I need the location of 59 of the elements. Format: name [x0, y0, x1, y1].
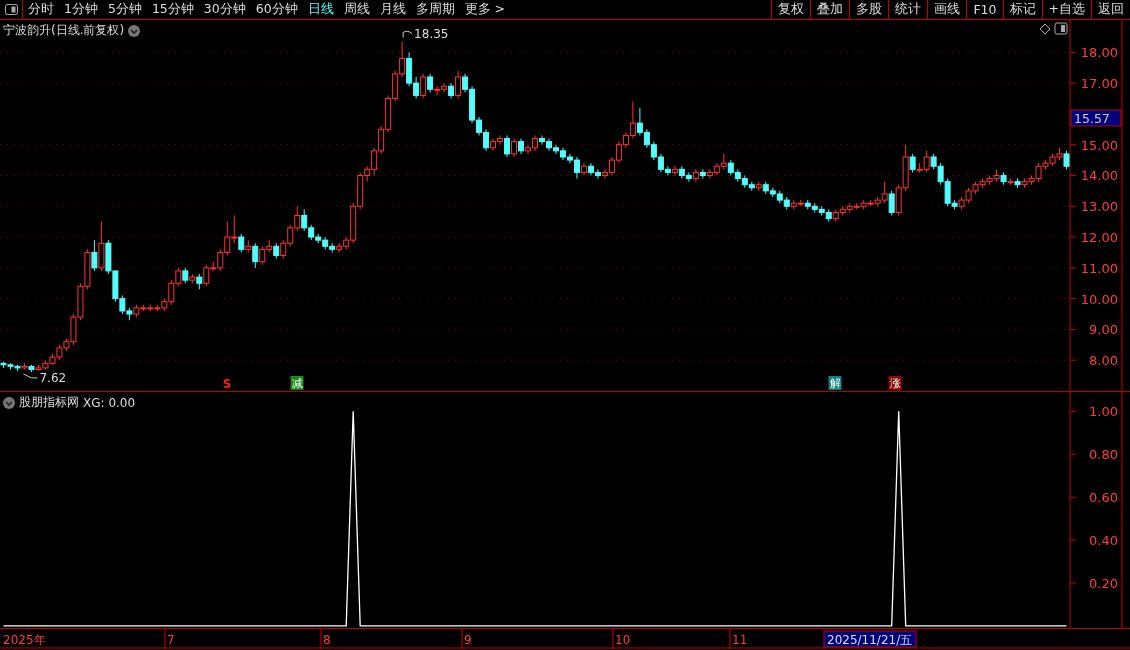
axis-label: 0.80	[1089, 447, 1118, 463]
dropdown-icon[interactable]	[128, 24, 141, 37]
indicator-title: 股朋指标网	[19, 394, 79, 411]
signal-badge: 涨	[888, 376, 902, 390]
date-label: 11	[732, 633, 748, 647]
axis-label: 9.00	[1089, 322, 1118, 338]
axis-label: 10.00	[1080, 291, 1118, 307]
axis-label: 11.00	[1080, 260, 1118, 276]
period-tab[interactable]: 1分钟	[59, 0, 103, 19]
signal-mark: S	[222, 377, 232, 391]
axis-label: 0.20	[1089, 575, 1118, 591]
toolbar-button[interactable]: 返回	[1091, 0, 1130, 19]
axis-label: 17.00	[1080, 76, 1118, 92]
date-label: 7	[167, 633, 175, 647]
low-label: 7.62	[22, 370, 67, 385]
signal-badge: 减	[290, 376, 304, 390]
toolbar-button[interactable]: F10	[966, 0, 1003, 19]
axis-label: 12.00	[1080, 230, 1118, 246]
dropdown-icon[interactable]	[3, 396, 15, 409]
toolbar-button[interactable]: 多股	[849, 0, 889, 19]
date-label: 2025年	[3, 633, 46, 647]
period-tab[interactable]: 60分钟	[250, 0, 303, 19]
period-tab[interactable]: 日线	[302, 0, 339, 19]
stock-title: 宁波韵升(日线.前复权)	[3, 22, 125, 39]
toolbar-button[interactable]: +自选	[1041, 0, 1091, 19]
toolbar-button[interactable]: 标记	[1002, 0, 1042, 19]
annotation: 18.35	[414, 26, 449, 41]
date-label: 10	[615, 633, 631, 647]
period-tab[interactable]: 多周期	[410, 0, 460, 19]
period-tab[interactable]: 月线	[374, 0, 411, 19]
signal-badge: 解	[828, 376, 842, 390]
date-label: 8	[323, 633, 331, 647]
sidebar-toggle-icon[interactable]	[4, 4, 18, 15]
period-tab[interactable]: 更多 >	[459, 0, 511, 19]
axis-label: 8.00	[1089, 353, 1118, 369]
axis-label: 0.60	[1089, 490, 1118, 506]
axis-label: 18.00	[1080, 45, 1118, 61]
annotation: 7.62	[39, 370, 67, 385]
axis-label: 1.00	[1089, 404, 1118, 420]
toolbar-button[interactable]: 统计	[888, 0, 928, 19]
period-tab[interactable]: 周线	[338, 0, 375, 19]
toolbar-button[interactable]: 复权	[771, 0, 811, 19]
toolbar-button[interactable]: 叠加	[810, 0, 850, 19]
toolbar-button[interactable]: 画线	[927, 0, 967, 19]
price-tag: 15.57	[1070, 109, 1122, 127]
panel-toggle-icon[interactable]	[1054, 22, 1068, 35]
axis-label: 0.40	[1089, 533, 1118, 549]
period-tab[interactable]: 30分钟	[198, 0, 251, 19]
axis-label: 14.00	[1080, 168, 1118, 184]
axis-label: 13.00	[1080, 199, 1118, 215]
high-label: 18.35	[402, 26, 449, 41]
period-tab[interactable]: 15分钟	[146, 0, 199, 19]
period-tab[interactable]: 分时	[23, 0, 59, 19]
period-tab[interactable]: 5分钟	[102, 0, 147, 19]
date-cursor: 2025/11/21/五	[823, 630, 917, 648]
diamond-icon[interactable]	[1039, 23, 1051, 35]
indicator-reading: XG: 0.00	[83, 395, 136, 410]
axis-label: 15.00	[1080, 137, 1118, 153]
date-label: 9	[464, 633, 472, 647]
